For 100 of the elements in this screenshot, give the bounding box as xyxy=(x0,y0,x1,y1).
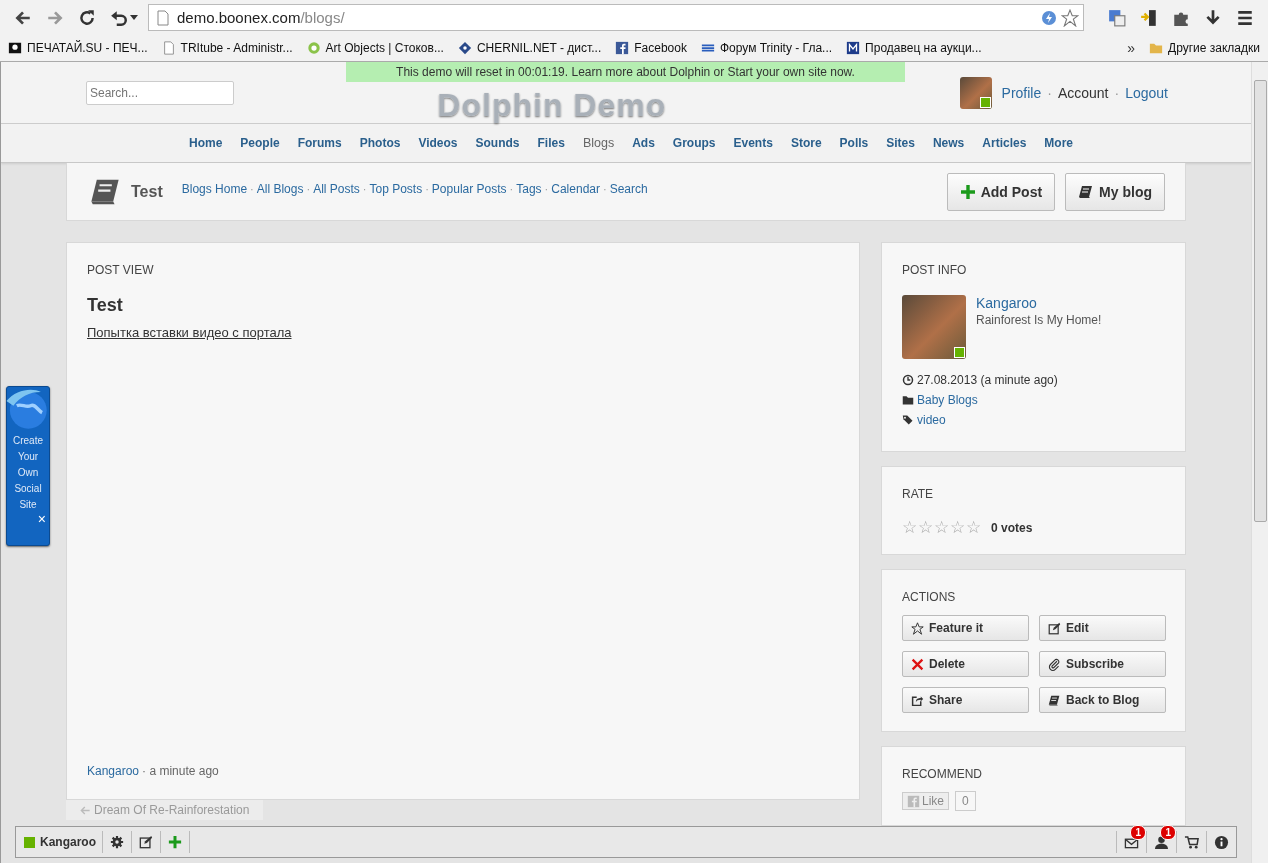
nav-tab[interactable]: Forums xyxy=(288,136,351,150)
panel-heading: POST INFO xyxy=(902,263,968,277)
page-icon xyxy=(155,9,171,26)
nav-tab[interactable]: Sounds xyxy=(466,136,529,150)
like-count: 0 xyxy=(955,791,976,811)
action-button[interactable]: Add Post xyxy=(946,172,1056,211)
nav-tab[interactable]: Videos xyxy=(409,136,467,150)
address-bar[interactable]: demo.boonex.com/blogs/ xyxy=(148,4,1084,31)
bookmark-link[interactable]: Facebook xyxy=(615,41,687,55)
bookmark-link[interactable]: Продавец на аукци... xyxy=(846,41,982,55)
bookmark-link[interactable]: Форум Trinity - Гла... xyxy=(700,41,833,55)
page-icon xyxy=(161,41,176,55)
phone-arrow-icon[interactable] xyxy=(1140,8,1158,27)
promo-text: Create Your Own Social Site xyxy=(12,434,44,512)
action-button[interactable]: Subscribe xyxy=(1039,651,1166,677)
action-button[interactable]: Back to Blog xyxy=(1039,687,1166,713)
action-button[interactable]: Edit xyxy=(1039,615,1166,641)
separator-dot: · xyxy=(250,182,254,195)
lightning-icon[interactable] xyxy=(1041,9,1057,26)
submenu-link[interactable]: Popular Posts xyxy=(431,181,507,196)
submenu-link[interactable]: Search xyxy=(609,181,648,196)
other-bookmarks-link[interactable]: Другие закладки xyxy=(1149,41,1260,55)
submenu-link[interactable]: Tags xyxy=(516,181,542,196)
nav-tab[interactable]: Sites xyxy=(877,136,924,150)
bookmark-link[interactable]: ПЕЧАТАЙ.SU - ПЕЧ... xyxy=(8,41,148,55)
action-button[interactable]: Feature it xyxy=(902,615,1029,641)
like-button[interactable]: Like xyxy=(902,792,949,810)
plus-icon xyxy=(959,183,976,200)
submenu-link[interactable]: Top Posts xyxy=(369,181,423,196)
submenu-link[interactable]: Blogs Home xyxy=(181,181,248,196)
submenu-link[interactable]: All Posts xyxy=(313,181,360,196)
caret-icon[interactable] xyxy=(130,15,138,20)
nav-tab[interactable]: Articles xyxy=(973,136,1036,150)
star-icon[interactable] xyxy=(1061,8,1079,27)
nav-tab[interactable]: More xyxy=(1035,136,1082,150)
clock-icon xyxy=(902,374,914,386)
nav-tab[interactable]: People xyxy=(231,136,289,150)
nav-tab[interactable]: Blogs xyxy=(573,136,624,150)
submenu-link[interactable]: All Blogs xyxy=(256,181,304,196)
url-text[interactable]: demo.boonex.com/blogs/ xyxy=(177,9,1035,26)
scrollbar-thumb[interactable] xyxy=(1253,80,1267,522)
download-arrow-icon[interactable] xyxy=(1204,8,1222,27)
tag-link[interactable]: video xyxy=(917,413,946,427)
nav-tab[interactable]: News xyxy=(923,136,974,150)
ring-icon xyxy=(306,41,321,55)
gear-icon[interactable] xyxy=(110,835,124,849)
close-button[interactable]: × xyxy=(37,513,46,525)
action-button[interactable]: Delete xyxy=(902,651,1029,677)
nav-tab[interactable]: Files xyxy=(528,136,574,150)
vote-count: 0 votes xyxy=(991,520,1033,535)
search-field[interactable]: Search... xyxy=(86,80,234,105)
diamond-icon xyxy=(457,41,472,55)
nav-tab[interactable]: Store xyxy=(781,136,831,150)
separator-dot: · xyxy=(603,182,607,195)
action-button[interactable]: Share xyxy=(902,687,1029,713)
submenu-link[interactable]: Calendar xyxy=(551,181,600,196)
nav-tab[interactable]: Polls xyxy=(830,136,878,150)
panel-heading: RECOMMEND xyxy=(902,767,983,781)
panel-heading: POST VIEW xyxy=(87,263,155,277)
author-avatar-photo[interactable] xyxy=(902,295,966,359)
translate-icon[interactable] xyxy=(1108,8,1126,27)
edit-icon[interactable] xyxy=(139,835,153,849)
menu-icon[interactable] xyxy=(1236,8,1254,27)
bookmark-link[interactable]: CHERNIL.NET - дист... xyxy=(457,41,602,55)
notification-count: 1 xyxy=(1130,825,1146,840)
user-menu-link[interactable]: Account xyxy=(1057,84,1109,101)
category-link[interactable]: Baby Blogs xyxy=(917,393,978,407)
nav-tab[interactable]: Photos xyxy=(350,136,410,150)
bookmarks-overflow-button[interactable]: » xyxy=(1127,40,1136,56)
promo-widget[interactable]: Create Your Own Social Site × xyxy=(6,386,50,546)
undo-arrow-icon[interactable] xyxy=(110,8,128,27)
user-menu-link[interactable]: Logout xyxy=(1125,84,1168,101)
bookmark-link[interactable]: TRItube - Administr... xyxy=(161,41,293,55)
nav-tab[interactable]: Events xyxy=(724,136,782,150)
author-link[interactable]: Kangaroo xyxy=(976,295,1037,311)
user-menu-link[interactable]: Kangaroo xyxy=(16,831,103,853)
plus-icon[interactable] xyxy=(168,835,182,849)
cart-icon[interactable] xyxy=(1184,834,1199,850)
edit-icon xyxy=(1048,621,1061,635)
nav-tab[interactable]: Ads xyxy=(623,136,664,150)
bookmark-link[interactable]: Art Objects | Стоков... xyxy=(306,41,444,55)
post-title: Test xyxy=(87,295,124,316)
page-title: Test xyxy=(131,182,163,201)
nav-tab[interactable]: Home xyxy=(180,136,232,150)
post-body-link[interactable]: Попытка вставки видео с портала xyxy=(87,325,839,340)
folder-icon xyxy=(1149,41,1164,55)
author-link[interactable]: Kangaroo xyxy=(87,764,140,778)
reload-icon[interactable] xyxy=(78,8,96,27)
demo-notice-banner: This demo will reset in 00:01:19. Learn more about Dolphin or Start your own site now. xyxy=(346,62,905,82)
separator-dot: · xyxy=(1114,84,1120,101)
paperclip-icon xyxy=(1048,657,1061,671)
letter-logo-icon xyxy=(846,41,861,55)
post-time: · a minute ago xyxy=(142,764,219,778)
user-menu-link[interactable]: Profile xyxy=(1001,84,1042,101)
avatar-photo[interactable] xyxy=(959,76,992,109)
star-icon xyxy=(911,621,924,635)
nav-tab[interactable]: Groups xyxy=(663,136,725,150)
info-icon[interactable] xyxy=(1214,834,1229,850)
scrollbar[interactable] xyxy=(1251,62,1268,863)
action-button[interactable]: My blog xyxy=(1065,172,1165,211)
